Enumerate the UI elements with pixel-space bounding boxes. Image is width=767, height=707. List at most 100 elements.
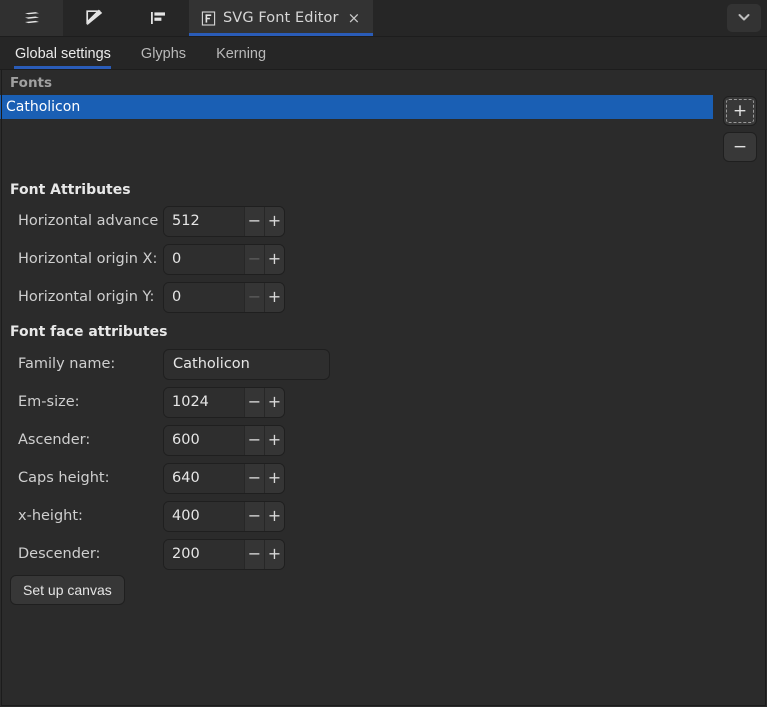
chevron-box <box>726 4 761 32</box>
control-wrap: Catholicon <box>163 348 330 380</box>
control-wrap: 512 − + <box>163 205 285 237</box>
tab-global-settings[interactable]: Global settings <box>10 46 125 69</box>
spinner-decrement[interactable]: − <box>244 387 264 417</box>
control-wrap: 640 − + <box>163 462 285 494</box>
field-caps-height: Caps height: 640 − + <box>0 459 767 497</box>
field-label: Horizontal origin X: <box>18 251 158 267</box>
tab-svg-font-editor[interactable]: SVG Font Editor × <box>189 0 374 36</box>
field-horizontal-advance-x: Horizontal advance X: 512 − + <box>0 202 767 240</box>
add-font-button[interactable]: + <box>723 96 757 126</box>
dock-overflow-button[interactable] <box>720 0 767 36</box>
spinner-value[interactable]: 1024 <box>164 387 244 417</box>
spinner-decrement: − <box>244 282 264 312</box>
global-settings-panel: Fonts Catholicon + − Font Attributes Hor… <box>0 70 767 707</box>
control-wrap: 400 − + <box>163 500 285 532</box>
active-tab-indicator <box>189 33 374 36</box>
field-label: Horizontal advance X: <box>18 213 178 229</box>
align-left-icon-button[interactable] <box>126 0 189 36</box>
spinner-increment[interactable]: + <box>264 244 284 274</box>
spinner-value[interactable]: 200 <box>164 539 244 569</box>
tab-label: SVG Font Editor <box>223 10 339 26</box>
plus-icon: + <box>732 100 748 121</box>
list-item[interactable]: Catholicon <box>0 95 713 119</box>
spinner-decrement[interactable]: − <box>244 463 264 493</box>
setup-canvas-row: Set up canvas <box>0 575 767 605</box>
tab-glyphs[interactable]: Glyphs <box>125 46 200 69</box>
spinner-decrement[interactable]: − <box>244 539 264 569</box>
pencil-edit-icon <box>84 8 105 29</box>
dock-tab-bar: SVG Font Editor × <box>0 0 767 37</box>
spinner-caps-height[interactable]: 640 − + <box>163 462 285 494</box>
spinner-em-size[interactable]: 1024 − + <box>163 386 285 418</box>
control-wrap: 1024 − + <box>163 386 285 418</box>
field-label: Descender: <box>18 546 101 562</box>
spinner-value[interactable]: 400 <box>164 501 244 531</box>
spinner-decrement: − <box>244 244 264 274</box>
dock-spacer <box>373 0 720 36</box>
spinner-decrement[interactable]: − <box>244 425 264 455</box>
close-icon[interactable]: × <box>348 10 361 26</box>
inner-tab-bar: Global settings Glyphs Kerning <box>0 37 767 70</box>
tab-global-settings-indicator <box>14 66 111 69</box>
tab-glyphs-label: Glyphs <box>140 46 187 62</box>
fonts-list[interactable]: Catholicon <box>0 95 713 153</box>
spinner-decrement[interactable]: − <box>244 501 264 531</box>
spinner-value[interactable]: 0 <box>164 244 244 274</box>
spinner-value[interactable]: 512 <box>164 206 244 236</box>
fonts-buttons: + − <box>713 95 757 162</box>
tab-kerning[interactable]: Kerning <box>200 46 280 69</box>
align-left-icon <box>148 8 168 28</box>
fonts-section-label: Fonts <box>10 75 53 91</box>
tab-kerning-label: Kerning <box>216 46 267 62</box>
spinner-horizontal-origin-x[interactable]: 0 − + <box>163 243 285 275</box>
spinner-increment[interactable]: + <box>264 463 284 493</box>
field-descender: Descender: 200 − + <box>0 535 767 573</box>
field-horizontal-origin-x: Horizontal origin X: 0 − + <box>0 240 767 278</box>
layers-icon-button[interactable] <box>0 0 63 36</box>
spinner-increment[interactable]: + <box>264 425 284 455</box>
spinner-descender[interactable]: 200 − + <box>163 538 285 570</box>
field-label: Em-size: <box>18 394 80 410</box>
fonts-row: Catholicon + − <box>0 95 767 162</box>
family-name-input[interactable]: Catholicon <box>163 348 330 380</box>
spinner-increment[interactable]: + <box>264 539 284 569</box>
spinner-increment[interactable]: + <box>264 387 284 417</box>
spinner-value[interactable]: 640 <box>164 463 244 493</box>
field-horizontal-origin-y: Horizontal origin Y: 0 − + <box>0 278 767 316</box>
pencil-edit-icon-button[interactable] <box>63 0 126 36</box>
field-label: Ascender: <box>18 432 91 448</box>
control-wrap: 0 − + <box>163 281 285 313</box>
font-face-attributes-title: Font face attributes <box>10 324 168 340</box>
field-label: Caps height: <box>18 470 110 486</box>
chevron-down-icon <box>736 9 752 28</box>
field-ascender: Ascender: 600 − + <box>0 421 767 459</box>
field-label: Horizontal origin Y: <box>18 289 155 305</box>
spinner-value[interactable]: 0 <box>164 282 244 312</box>
control-wrap: 600 − + <box>163 424 285 456</box>
spinner-horizontal-advance-x[interactable]: 512 − + <box>163 205 285 237</box>
svg-font-editor-window: SVG Font Editor × Global settings Glyphs <box>0 0 767 707</box>
spinner-horizontal-origin-y[interactable]: 0 − + <box>163 281 285 313</box>
spinner-increment[interactable]: + <box>264 282 284 312</box>
spinner-increment[interactable]: + <box>264 206 284 236</box>
spinner-increment[interactable]: + <box>264 501 284 531</box>
field-x-height: x-height: 400 − + <box>0 497 767 535</box>
font-attributes-title: Font Attributes <box>10 182 131 198</box>
tab-global-settings-label: Global settings <box>15 46 111 62</box>
fonts-list-item-label: Catholicon <box>6 99 81 115</box>
layers-icon <box>22 8 42 28</box>
spinner-ascender[interactable]: 600 − + <box>163 424 285 456</box>
font-f-icon <box>201 10 216 26</box>
field-label: x-height: <box>18 508 83 524</box>
field-label: Family name: <box>18 356 116 372</box>
spinner-decrement[interactable]: − <box>244 206 264 236</box>
remove-font-button[interactable]: − <box>723 132 757 162</box>
set-up-canvas-button[interactable]: Set up canvas <box>10 575 125 605</box>
control-wrap: 200 − + <box>163 538 285 570</box>
field-em-size: Em-size: 1024 − + <box>0 383 767 421</box>
minus-icon: − <box>732 136 748 157</box>
control-wrap: 0 − + <box>163 243 285 275</box>
field-family-name: Family name: Catholicon <box>0 345 767 383</box>
spinner-x-height[interactable]: 400 − + <box>163 500 285 532</box>
spinner-value[interactable]: 600 <box>164 425 244 455</box>
